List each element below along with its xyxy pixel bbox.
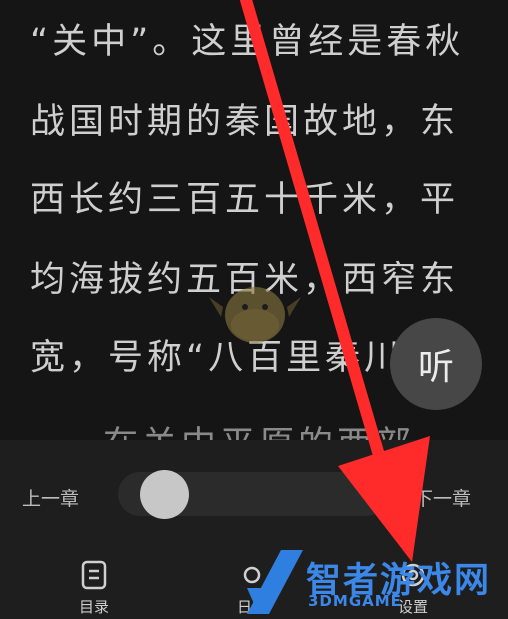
text-line: 西长约三百五十千米，平 — [30, 180, 460, 220]
mascot-watermark-icon — [209, 287, 301, 343]
text-line: 战国时期的秦国故地，东 — [30, 102, 460, 142]
prev-chapter-button[interactable]: 上一章 — [22, 484, 79, 511]
tab-label: 目录 — [78, 598, 109, 616]
catalog-icon — [59, 560, 129, 590]
slider-thumb[interactable] — [140, 470, 189, 519]
watermark-sub: 3DMGAME — [308, 592, 402, 610]
brand-logo-icon — [247, 550, 303, 614]
text-line: 在关中平原的西部 — [103, 416, 415, 440]
reading-pane: “关中”。这里曾经是春秋 战国时期的秦国故地，东 西长约三百五十千米，平 均海拔… — [0, 0, 508, 440]
listen-button[interactable]: 听 — [390, 318, 482, 410]
tab-catalog[interactable]: 目录 — [59, 560, 129, 617]
listen-label: 听 — [417, 347, 454, 388]
text-line: “关中”。这里曾经是春秋 — [30, 22, 465, 62]
next-chapter-button[interactable]: 下一章 — [414, 484, 471, 511]
